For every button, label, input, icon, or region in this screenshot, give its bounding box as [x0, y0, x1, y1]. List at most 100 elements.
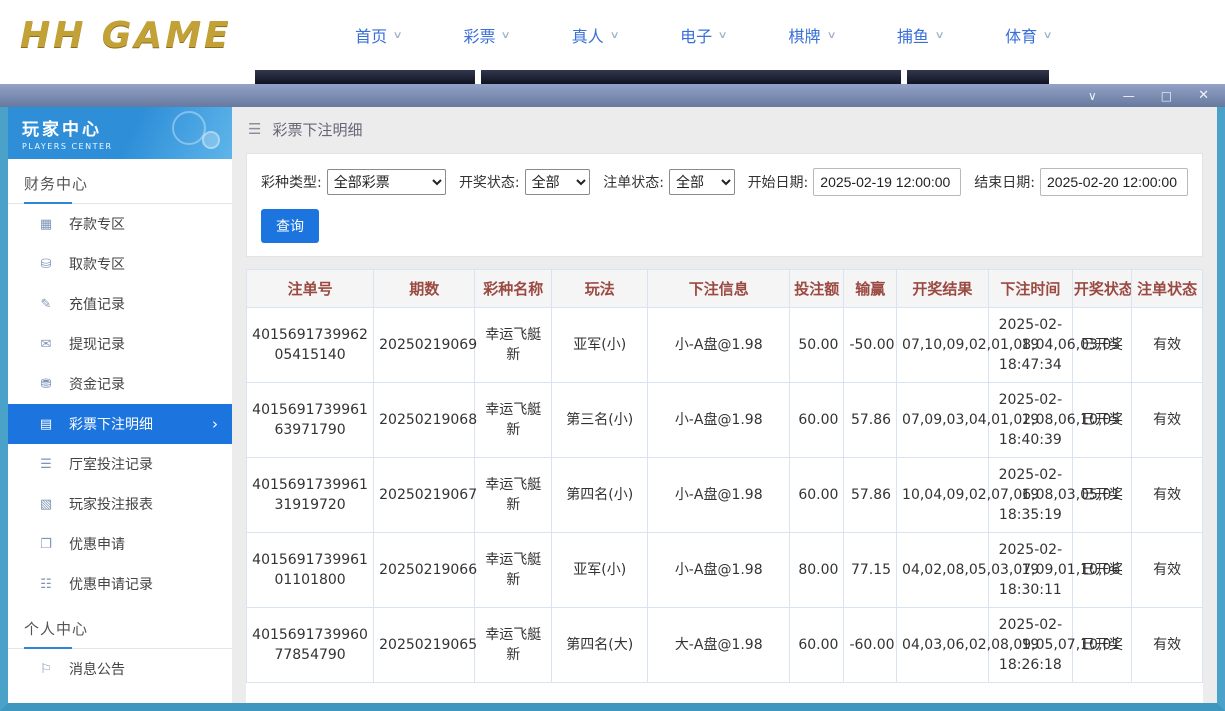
main-nav: 首页∨彩票∨真人∨电子∨棋牌∨捕鱼∨体育∨ [262, 23, 1145, 47]
sidebar-item[interactable]: ✎充值记录 [8, 284, 232, 324]
sidebar-item[interactable]: ☰厅室投注记录 [8, 444, 232, 484]
lottery-type-select[interactable]: 全部彩票 [327, 169, 446, 195]
nav-item-lottery[interactable]: 彩票∨ [463, 23, 509, 47]
announcement-icon: ⚐ [38, 662, 54, 677]
column-header-bet-time: 下注时间 [988, 270, 1072, 308]
cell-lottery-name: 幸运飞艇新 [475, 383, 551, 458]
cell-period: 20250219067 [374, 458, 475, 533]
decorative-circle-icon [172, 111, 206, 145]
chevron-down-icon: ∨ [609, 30, 619, 41]
cell-draw-status: 已开奖 [1072, 533, 1131, 608]
column-header-lottery-name: 彩种名称 [475, 270, 551, 308]
sidebar-section-title: 个人中心 [8, 604, 232, 649]
sidebar-item-label: 优惠申请 [69, 534, 125, 554]
sidebar-item[interactable]: ▦存款专区 [8, 204, 232, 244]
cell-lottery-name: 幸运飞艇新 [475, 308, 551, 383]
cell-win-loss: 57.86 [844, 383, 897, 458]
recharge-record-icon: ✎ [38, 297, 54, 312]
cell-bet-amount: 60.00 [789, 608, 843, 683]
cell-play-type: 第四名(小) [551, 458, 648, 533]
cell-order-id: 401569173996077854790 [247, 608, 374, 683]
table-row: 40156917399620541514020250219069幸运飞艇新亚军(… [247, 308, 1203, 383]
cell-order-status: 有效 [1132, 308, 1203, 383]
sidebar-item[interactable]: ❐ 优惠申请 [8, 524, 232, 564]
window-titlebar[interactable]: ∨ — □ ✕ [0, 84, 1225, 107]
lottery-bet-detail-icon: ▤ [38, 417, 54, 432]
cell-bet-info: 小-A盘@1.98 [648, 308, 789, 383]
sidebar-sections: 财务中心▦存款专区⛁取款专区✎充值记录✉提现记录⛃资金记录▤彩票下注明细›☰厅室… [8, 159, 232, 689]
nav-item-electronic[interactable]: 电子∨ [680, 23, 726, 47]
cell-bet-amount: 60.00 [789, 383, 843, 458]
cell-period: 20250219069 [374, 308, 475, 383]
window-maximize-icon[interactable]: □ [1161, 90, 1172, 102]
cell-draw-status: 已开奖 [1072, 458, 1131, 533]
nav-item-home[interactable]: 首页∨ [355, 23, 401, 47]
cell-play-type: 第四名(大) [551, 608, 648, 683]
nav-item-sports[interactable]: 体育∨ [1005, 23, 1051, 47]
app-window: ∨ — □ ✕ 玩家中心 PLAYERS CENTER 财务中心▦存款专区⛁取款… [0, 84, 1225, 711]
order-status-select[interactable]: 全部 [669, 169, 735, 195]
nav-item-label: 首页 [355, 23, 387, 47]
nav-item-label: 体育 [1005, 23, 1037, 47]
sidebar-item[interactable]: ▤彩票下注明细› [8, 404, 232, 444]
sidebar-item[interactable]: ✉ 提现记录 [8, 324, 232, 364]
cell-draw-result: 07,09,03,04,01,02,08,06,10,05 [897, 383, 989, 458]
draw-status-select[interactable]: 全部 [525, 169, 591, 195]
query-button[interactable]: 查询 [261, 209, 319, 243]
background-page-strip [0, 70, 1225, 84]
window-minimize-icon[interactable]: — [1123, 90, 1135, 102]
background-banner [255, 70, 475, 84]
sidebar-item[interactable]: ▧玩家投注报表 [8, 484, 232, 524]
column-header-bet-amount: 投注额 [789, 270, 843, 308]
table-row: 40156917399610110180020250219066幸运飞艇新亚军(… [247, 533, 1203, 608]
promo-apply-record-icon: ☷ [38, 577, 54, 592]
cell-period: 20250219066 [374, 533, 475, 608]
cell-win-loss: 57.86 [844, 458, 897, 533]
sidebar-item[interactable]: ⚐消息公告 [8, 649, 232, 689]
column-header-win-loss: 输赢 [844, 270, 897, 308]
background-banner [907, 70, 1049, 84]
sidebar-item-label: 玩家投注报表 [69, 494, 153, 514]
cell-order-status: 有效 [1132, 608, 1203, 683]
cell-period: 20250219065 [374, 608, 475, 683]
draw-status-label: 开奖状态: [459, 172, 520, 192]
chevron-down-icon: ∨ [934, 30, 944, 41]
window-collapse-icon[interactable]: ∨ [1088, 90, 1097, 102]
withdrawal-record-icon: ✉ [38, 337, 54, 352]
cell-play-type: 亚军(小) [551, 533, 648, 608]
sidebar-item[interactable]: ☷优惠申请记录 [8, 564, 232, 604]
sidebar-item[interactable]: ⛁取款专区 [8, 244, 232, 284]
start-date-input[interactable] [813, 168, 961, 196]
column-header-draw-result: 开奖结果 [897, 270, 989, 308]
cell-lottery-name: 幸运飞艇新 [475, 608, 551, 683]
cell-bet-amount: 60.00 [789, 458, 843, 533]
cell-play-type: 第三名(小) [551, 383, 648, 458]
nav-item-label: 电子 [680, 23, 712, 47]
column-header-order-status: 注单状态 [1132, 270, 1203, 308]
cell-draw-result: 10,04,09,02,07,06,08,03,05,01 [897, 458, 989, 533]
funds-record-icon: ⛃ [38, 377, 54, 392]
window-close-icon[interactable]: ✕ [1198, 89, 1209, 102]
nav-item-label: 捕鱼 [897, 23, 929, 47]
chevron-down-icon: ∨ [501, 30, 511, 41]
sidebar-item-label: 提现记录 [69, 334, 125, 354]
background-banner [481, 70, 901, 84]
cell-bet-info: 大-A盘@1.98 [648, 608, 789, 683]
cell-draw-result: 04,02,08,05,03,07,09,01,10,06 [897, 533, 989, 608]
menu-icon: ☰ [248, 120, 261, 138]
table-row: 40156917399607785479020250219065幸运飞艇新第四名… [247, 608, 1203, 683]
site-topbar: HH GAME 首页∨彩票∨真人∨电子∨棋牌∨捕鱼∨体育∨ [0, 0, 1225, 70]
promo-apply-icon: ❐ [38, 537, 54, 552]
cell-lottery-name: 幸运飞艇新 [475, 458, 551, 533]
end-date-input[interactable] [1040, 168, 1188, 196]
sidebar-item[interactable]: ⛃资金记录 [8, 364, 232, 404]
nav-item-live[interactable]: 真人∨ [572, 23, 618, 47]
column-header-play-type: 玩法 [551, 270, 648, 308]
nav-item-chess[interactable]: 棋牌∨ [788, 23, 834, 47]
site-logo: HH GAME [20, 15, 232, 56]
nav-item-fishing[interactable]: 捕鱼 ∨ [897, 23, 943, 47]
chevron-down-icon: ∨ [826, 30, 836, 41]
page-header: ☰ 彩票下注明细 [232, 107, 1217, 151]
column-header-order-id: 注单号 [247, 270, 374, 308]
filter-panel: 彩种类型: 全部彩票 开奖状态: 全部 注单状态: 全部 开始日期: 结束日期:… [246, 153, 1203, 257]
